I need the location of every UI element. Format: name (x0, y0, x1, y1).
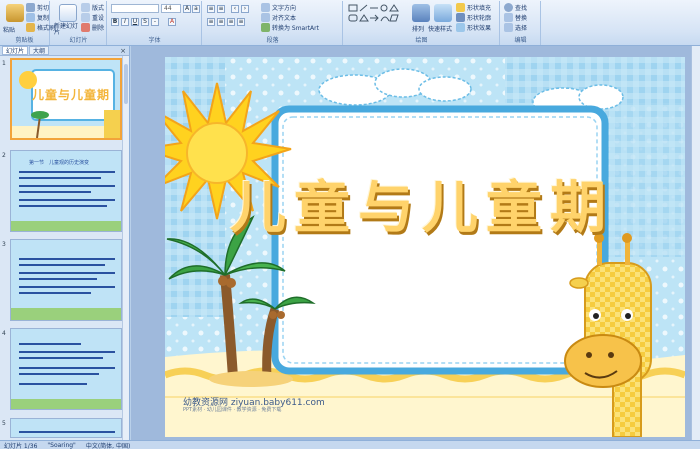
decrease-indent-button[interactable]: ‹ (231, 5, 239, 13)
status-bar: 幻灯片 1/36 "Soaring" 中文(简体, 中国) (0, 440, 700, 449)
replace-button[interactable]: 替换 (504, 13, 527, 22)
slide-number: 4 (2, 330, 6, 337)
layout-button[interactable]: 版式 (81, 3, 104, 12)
panel-scrollbar[interactable] (122, 56, 129, 440)
language-indicator[interactable]: 中文(简体, 中国) (86, 441, 131, 449)
delete-slide-button[interactable]: 删除 (81, 23, 104, 32)
stage-scrollbar[interactable] (691, 46, 700, 440)
shape-effects-button[interactable]: 形状效果 (456, 23, 491, 32)
paragraph-group: ≡ ≡ ‹ › ≡ ≡ ≡ ≡ 文字方向 对齐文本 转换为 SmartArt 段… (203, 1, 343, 45)
numbering-button[interactable]: ≡ (217, 5, 225, 13)
copy-button[interactable]: 复制 (26, 13, 49, 22)
font-color-button[interactable]: A (168, 18, 176, 26)
slide-number: 5 (2, 420, 6, 427)
scissors-icon (26, 3, 35, 12)
font-name-field[interactable] (111, 4, 159, 13)
tab-slides[interactable]: 幻灯片 (2, 46, 29, 55)
text-direction-icon (261, 3, 270, 12)
ribbon: 粘贴 剪切 复制 格式刷 剪贴板 新建幻灯片 版式 重设 删除 幻灯片 44 A… (0, 0, 700, 46)
main-slide[interactable] (165, 57, 685, 437)
select-icon (504, 23, 513, 32)
justify-button[interactable]: ≡ (237, 18, 245, 26)
replace-icon (504, 13, 513, 22)
find-button[interactable]: 查找 (504, 3, 527, 12)
thumbnail-title: 儿童与儿童期 (32, 88, 111, 102)
editing-group: 查找 替换 选择 编辑 (501, 1, 541, 45)
align-left-button[interactable]: ≡ (207, 18, 215, 26)
shapes-gallery[interactable] (348, 4, 406, 30)
reset-button[interactable]: 重设 (81, 13, 104, 22)
align-right-button[interactable]: ≡ (227, 18, 235, 26)
arrange-icon (412, 4, 430, 22)
align-center-button[interactable]: ≡ (217, 18, 225, 26)
slide-title[interactable]: 儿童与儿童期 (230, 163, 620, 243)
shape-fill-button[interactable]: 形状填充 (456, 3, 491, 12)
slide-number: 1 (2, 60, 6, 67)
panel-tabs: 幻灯片 大纲 × (0, 46, 129, 56)
slide-artwork (165, 57, 685, 437)
new-slide-icon (59, 4, 77, 22)
slides-panel: 幻灯片 大纲 × 1 儿童与儿童期 2 第一节 儿童观的历史演变 3 4 5 (0, 46, 130, 440)
increase-indent-button[interactable]: › (241, 5, 249, 13)
thumbnail-title: 第一节 儿童观的历史演变 (29, 160, 90, 166)
slide-counter: 幻灯片 1/36 (4, 442, 38, 449)
tab-outline[interactable]: 大纲 (29, 46, 50, 55)
effects-icon (456, 23, 465, 32)
drawing-group: 排列 快速样式 形状填充 形状轮廓 形状效果 绘图 (344, 1, 500, 45)
thumbnail-image: 儿童与儿童期 (10, 58, 122, 140)
slide-number: 2 (2, 152, 6, 159)
smartart-button[interactable]: 转换为 SmartArt (261, 23, 319, 32)
slides-group: 新建幻灯片 版式 重设 删除 幻灯片 (51, 1, 107, 45)
font-label: 字体 (148, 37, 161, 44)
underline-button[interactable]: U (131, 18, 139, 26)
slides-label: 幻灯片 (69, 37, 88, 44)
italic-button[interactable]: I (121, 18, 129, 26)
close-icon[interactable]: × (120, 47, 126, 55)
paragraph-label: 段落 (266, 37, 279, 44)
quick-styles-icon (434, 4, 452, 22)
font-group: 44 A a B I U S - A 字体 (108, 1, 202, 45)
thumbnail-image (10, 418, 122, 438)
editing-label: 编辑 (514, 37, 527, 44)
font-size-field[interactable]: 44 (161, 4, 181, 13)
text-direction-button[interactable]: 文字方向 (261, 3, 296, 12)
thumbnail-image: 第一节 儿童观的历史演变 (10, 150, 122, 232)
bold-button[interactable]: B (111, 18, 119, 26)
watermark-subtext: PPT素材 · 幼儿园课件 · 教学资源 · 免费下载 (183, 407, 282, 413)
arrange-button[interactable]: 排列 (412, 24, 424, 33)
layout-icon (81, 3, 90, 12)
slide-number: 3 (2, 241, 6, 248)
paste-icon (6, 4, 24, 22)
select-button[interactable]: 选择 (504, 23, 527, 32)
thumbnail-image (10, 328, 122, 410)
strikethrough-button[interactable]: - (151, 18, 159, 26)
clipboard-group: 粘贴 剪切 复制 格式刷 剪贴板 (0, 1, 55, 45)
bullets-button[interactable]: ≡ (207, 5, 215, 13)
outline-icon (456, 13, 465, 22)
align-text-icon (261, 13, 270, 22)
smartart-icon (261, 23, 270, 32)
paste-button[interactable]: 粘贴 (3, 25, 15, 34)
find-icon (504, 3, 513, 12)
shape-outline-button[interactable]: 形状轮廓 (456, 13, 491, 22)
brush-icon (26, 23, 35, 32)
theme-name: "Soaring" (47, 441, 76, 449)
shadow-button[interactable]: S (141, 18, 149, 26)
quick-styles-button[interactable]: 快速样式 (428, 24, 452, 33)
shrink-font-button[interactable]: a (192, 5, 200, 13)
align-text-button[interactable]: 对齐文本 (261, 13, 296, 22)
drawing-label: 绘图 (415, 37, 428, 44)
copy-icon (26, 13, 35, 22)
cut-button[interactable]: 剪切 (26, 3, 49, 12)
thumbnail-image (10, 239, 122, 321)
delete-icon (81, 23, 90, 32)
clipboard-label: 剪贴板 (15, 37, 34, 44)
grow-font-button[interactable]: A (183, 5, 191, 13)
fill-icon (456, 3, 465, 12)
reset-icon (81, 13, 90, 22)
